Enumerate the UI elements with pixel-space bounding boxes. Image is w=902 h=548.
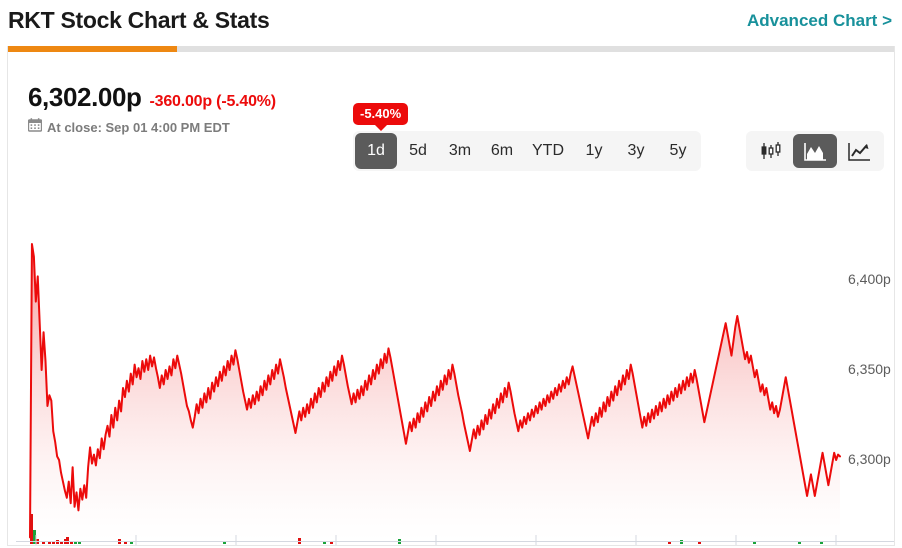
volume-bar [330, 542, 333, 544]
range-button-6m[interactable]: 6m [481, 133, 523, 169]
chart-type-line-button[interactable] [837, 134, 881, 168]
market-status-text: At close: Sep 01 4:00 PM EDT [47, 120, 230, 135]
volume-bar [78, 542, 81, 544]
volume-bar [698, 542, 701, 544]
range-button-5d[interactable]: 5d [397, 133, 439, 169]
calendar-icon [27, 118, 43, 137]
volume-bar [30, 514, 33, 544]
price-area-fill [30, 244, 840, 541]
range-button-5y[interactable]: 5y [657, 133, 699, 169]
chart-type-area-button[interactable] [793, 134, 837, 168]
volume-bar [820, 542, 823, 544]
quote-price-row: 6,302.00p -360.00p (-5.40%) [28, 82, 276, 113]
range-button-3y[interactable]: 3y [615, 133, 657, 169]
progress-bar-fill [8, 46, 177, 52]
change-badge: -5.40% [353, 103, 409, 125]
price-chart-svg [29, 243, 841, 545]
range-button-ytd[interactable]: YTD [523, 133, 573, 169]
volume-bar [52, 542, 55, 544]
quote-price: 6,302.00p [28, 82, 142, 112]
chart-type-selector[interactable] [746, 131, 884, 171]
quote-status-row: At close: Sep 01 4:00 PM EDT [27, 118, 276, 137]
volume-bar [74, 542, 77, 544]
volume-bar [323, 542, 326, 544]
volume-bar [223, 542, 226, 544]
stock-chart-page: RKT Stock Chart & Stats Advanced Chart >… [0, 0, 902, 548]
range-button-3m[interactable]: 3m [439, 133, 481, 169]
range-button-1y[interactable]: 1y [573, 133, 615, 169]
page-title: RKT Stock Chart & Stats [8, 7, 270, 33]
chart-type-candlestick-button[interactable] [749, 134, 793, 168]
y-axis-label: 6,300p [848, 451, 891, 467]
y-axis-label: 6,350p [848, 361, 891, 377]
volume-bar [48, 542, 51, 544]
progress-bar-track [8, 46, 894, 52]
advanced-chart-link[interactable]: Advanced Chart > [747, 11, 892, 31]
range-selector[interactable]: 1d 5d 3m 6m YTD 1y 3y 5y [353, 131, 701, 171]
range-button-1d[interactable]: 1d [355, 133, 397, 169]
quote-block: 6,302.00p -360.00p (-5.40%) At close: Se… [27, 82, 276, 137]
y-axis-label: 6,400p [848, 271, 891, 287]
quote-change: -360.00p (-5.40%) [149, 93, 277, 110]
chart-card: 6,302.00p -360.00p (-5.40%) At close: Se… [7, 46, 895, 546]
volume-bar [753, 542, 756, 544]
price-chart[interactable] [8, 166, 894, 545]
x-axis-line [16, 541, 894, 542]
volume-bar [798, 542, 801, 544]
page-header: RKT Stock Chart & Stats Advanced Chart > [0, 0, 902, 46]
